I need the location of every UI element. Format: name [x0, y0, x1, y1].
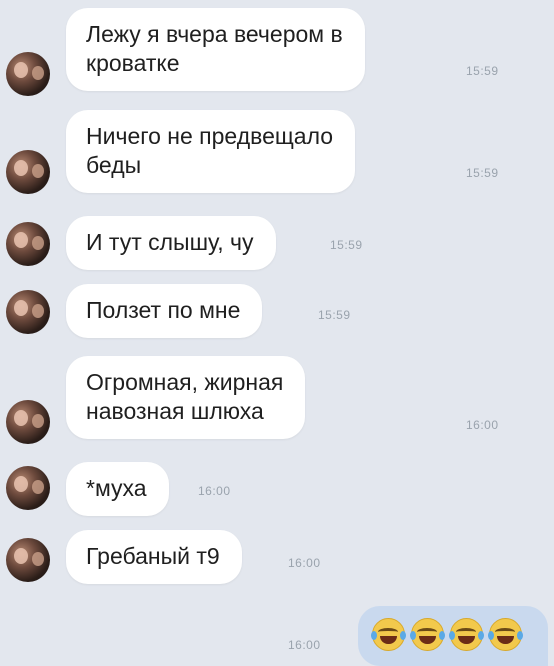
message-bubble[interactable]: Ничего не предвещало беды: [66, 110, 356, 193]
avatar[interactable]: [6, 52, 50, 96]
message-bubble[interactable]: *муха: [66, 462, 169, 516]
avatar[interactable]: [6, 150, 50, 194]
message-time: 15:59: [330, 238, 363, 252]
message-bubble[interactable]: Огромная, жирная навозная шлюха: [66, 356, 306, 439]
tears-of-joy-emoji-icon: [371, 618, 406, 651]
avatar[interactable]: [6, 222, 50, 266]
message-bubble[interactable]: Лежу я вчера вечером в кроватке: [66, 8, 365, 91]
avatar[interactable]: [6, 538, 50, 582]
emoji-row: [371, 618, 523, 651]
tears-of-joy-emoji-icon: [410, 618, 445, 651]
message-time: 15:59: [466, 64, 499, 78]
message-bubble[interactable]: Гребаный т9: [66, 530, 242, 584]
message-time: 16:00: [288, 556, 321, 570]
message-bubble[interactable]: Ползет по мне: [66, 284, 263, 338]
message-time: 15:59: [466, 166, 499, 180]
tears-of-joy-emoji-icon: [449, 618, 484, 651]
message-time: 16:00: [466, 418, 499, 432]
avatar[interactable]: [6, 466, 50, 510]
avatar[interactable]: [6, 290, 50, 334]
message-time: 16:00: [198, 484, 231, 498]
avatar[interactable]: [6, 400, 50, 444]
tears-of-joy-emoji-icon: [488, 618, 523, 651]
message-time: 15:59: [318, 308, 351, 322]
message-bubble[interactable]: И тут слышу, чу: [66, 216, 276, 270]
